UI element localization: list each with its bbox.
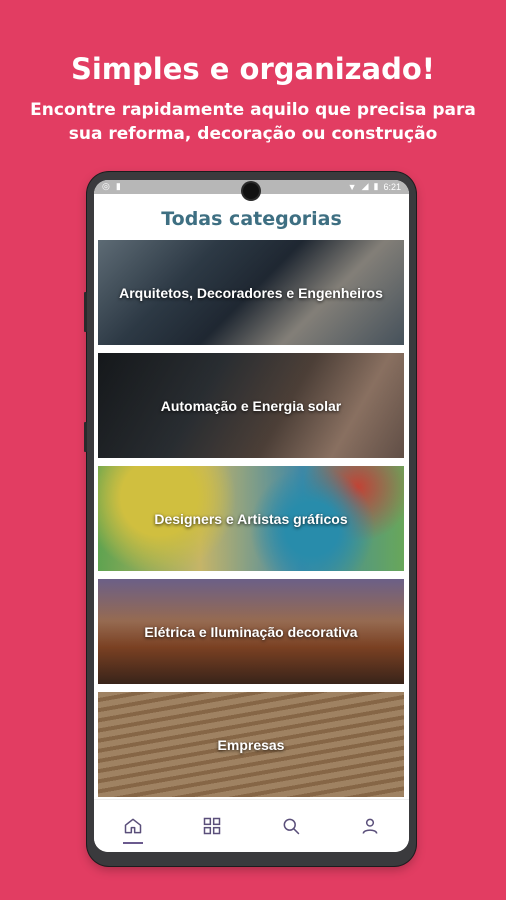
bixby-button [84,422,87,452]
notification-icon: ◎ [102,181,110,191]
search-icon [283,818,300,835]
category-card-arquitetos[interactable]: Arquitetos, Decoradores e Engenheiros [98,240,404,345]
category-card-eletrica[interactable]: Elétrica e Iluminação decorativa [98,579,404,684]
category-label: Elétrica e Iluminação decorativa [144,623,358,640]
category-card-designers[interactable]: Designers e Artistas gráficos [98,466,404,571]
app-screen: ◎ ▮ ▼ ◢ ▮ 6:21 Todas categorias Arquitet… [94,180,409,852]
front-camera [243,183,259,199]
category-label: Automação e Energia solar [160,397,342,414]
status-time: 6:21 [383,181,401,192]
category-card-automacao[interactable]: Automação e Energia solar [98,353,404,458]
category-list: Arquitetos, Decoradores e Engenheiros Au… [98,240,404,805]
tab-profile[interactable] [350,806,390,846]
category-label: Designers e Artistas gráficos [154,510,348,527]
sim-icon: ▮ [115,181,121,191]
page-title: Todas categorias [161,208,342,230]
phone-frame: ◎ ▮ ▼ ◢ ▮ 6:21 Todas categorias Arquitet… [84,172,416,866]
grid-icon [203,817,221,835]
category-card-empresas[interactable]: Empresas [98,692,404,797]
category-label: Empresas [217,736,285,753]
promo-headline: Simples e organizado! [70,52,436,86]
wifi-icon: ▼ [347,181,357,192]
volume-button [84,292,87,332]
promo-subline: Encontre rapidamente aquilo que precisa … [30,100,476,144]
tab-home[interactable] [113,806,153,846]
signal-icon: ◢ [361,181,369,191]
home-icon [125,818,142,834]
user-icon [362,818,378,834]
tab-search[interactable] [271,806,311,846]
battery-icon: ▮ [373,181,379,191]
category-label: Arquitetos, Decoradores e Engenheiros [119,284,383,301]
tab-categories[interactable] [192,806,232,846]
bottom-tab-bar [94,799,409,852]
